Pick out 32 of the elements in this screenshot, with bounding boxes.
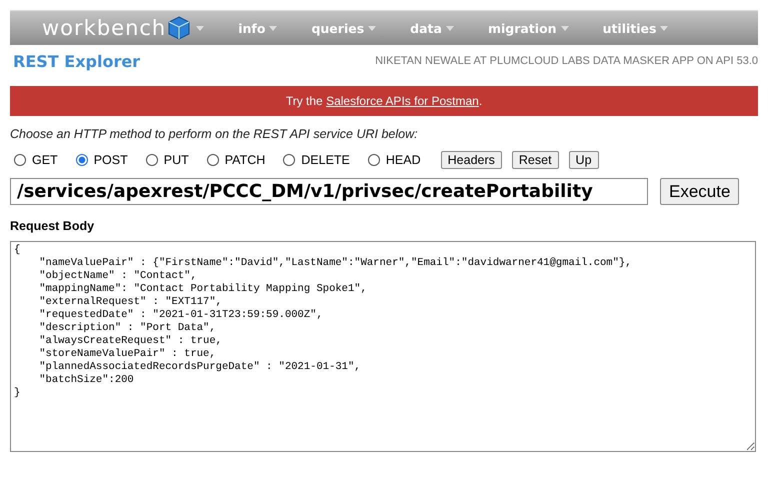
uri-field[interactable]: /services/apexrest/PCCC_DM/v1/privsec/createPortability — [10, 178, 648, 205]
section-label: Request Body — [10, 219, 96, 233]
execute-button[interactable]: Execute — [660, 178, 740, 205]
page-title: REST Explorer — [13, 52, 140, 70]
caret-icon — [560, 26, 569, 30]
method-label[interactable]: DELETE — [301, 153, 350, 167]
method-label[interactable]: POST — [94, 153, 128, 167]
banner-text: . — [478, 94, 482, 108]
radio-button[interactable] — [206, 154, 219, 166]
caret-icon — [446, 26, 454, 30]
caret-icon — [269, 26, 278, 30]
caret-icon — [368, 26, 376, 30]
radio-button[interactable] — [146, 154, 158, 166]
method-label[interactable]: HEAD — [386, 153, 421, 167]
method-label[interactable]: PATCH — [224, 153, 266, 167]
banner-text: Try the — [286, 94, 324, 108]
radio-button[interactable] — [283, 154, 296, 166]
tool-button[interactable]: Reset — [512, 151, 559, 169]
instruction-text: Choose an HTTP method to perform on the REST API service URI below: — [10, 127, 419, 141]
postman-link[interactable]: Salesforce APIs for Postman — [326, 94, 479, 108]
caret-icon — [660, 26, 668, 30]
cube-icon — [168, 16, 190, 40]
caret-icon — [196, 26, 204, 30]
tool-button[interactable]: Headers — [440, 151, 502, 169]
tool-button[interactable]: Up — [568, 151, 599, 169]
request-body-field[interactable]: { "nameValuePair" : {"FirstName":"David","LastName":"Warner","Email":"davidwarner41@gmail.com"}, "objectName" : "Contact", "mappingName": "Contact Portability Mapping Spoke1", "externalRequest" : "EXT117", "requestedDate" : "2021-01-31T23:59:59.000Z", "description" : "Port Data", "alwaysCreateRequest" : true, "storeNameValuePair" : true, "plannedAssociatedRecordsPurgeDate" : "2021-01-31", "batchSize":200 } — [10, 241, 756, 452]
radio-button[interactable] — [14, 154, 26, 166]
method-label[interactable]: GET — [32, 153, 58, 167]
user-info: NIKETAN NEWALE AT PLUMCLOUD LABS DATA MASKER APP ON API 53.0 — [375, 55, 758, 67]
radio-button[interactable] — [76, 154, 88, 166]
radio-button[interactable] — [368, 154, 380, 166]
method-label[interactable]: PUT — [164, 153, 189, 167]
